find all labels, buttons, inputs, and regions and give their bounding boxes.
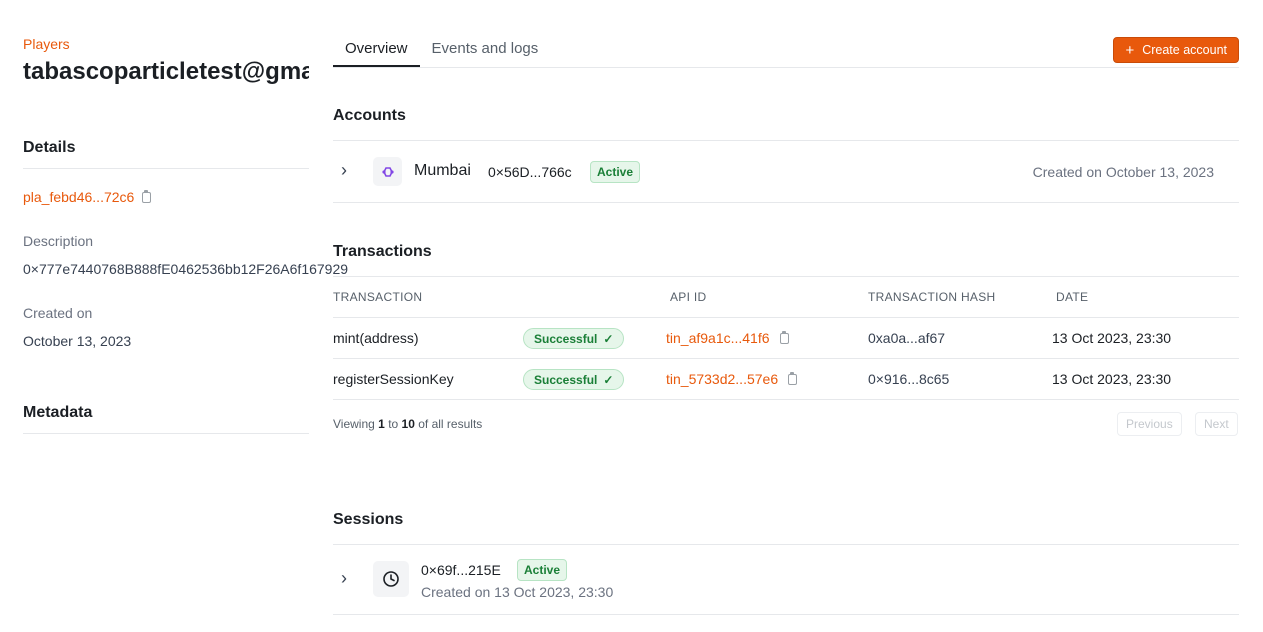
create-account-button[interactable]: + Create account [1113, 37, 1239, 63]
col-transaction-hash: TRANSACTION HASH [868, 290, 996, 304]
viewing-suffix: of all results [418, 417, 483, 431]
transactions-heading: Transactions [333, 243, 432, 260]
tab-bar: Overview Events and logs [333, 36, 1239, 68]
tx-api-id-text: tin_5733d2...57e6 [666, 371, 779, 387]
session-address: 0×69f...215E [421, 562, 501, 578]
check-icon: ✓ [603, 372, 614, 387]
viewing-prefix: Viewing [333, 417, 375, 431]
clipboard-icon[interactable] [142, 189, 152, 203]
page-title: tabascoparticletest@gmail.com [23, 58, 309, 85]
player-id-text: pla_febd46...72c6 [23, 189, 135, 205]
accounts-heading: Accounts [333, 107, 406, 124]
metadata-heading: Metadata [23, 404, 309, 434]
clipboard-icon[interactable] [779, 330, 789, 344]
sessions-heading: Sessions [333, 511, 404, 528]
tx-date: 13 Oct 2023, 23:30 [1052, 371, 1172, 387]
status-badge: Active [590, 161, 641, 183]
details-heading: Details [23, 139, 309, 169]
previous-button[interactable]: Previous [1117, 412, 1182, 436]
player-id[interactable]: pla_febd46...72c6 [23, 189, 152, 205]
next-button[interactable]: Next [1195, 412, 1238, 436]
tab-overview[interactable]: Overview [333, 36, 420, 67]
divider [333, 276, 1239, 277]
account-row[interactable]: › Mumbai 0×56D...766c Active Created on … [333, 141, 1239, 203]
description-value: 0×777e7440768B888fE0462536bb12F26A6f1679… [23, 261, 349, 277]
status-text: Successful [534, 372, 598, 387]
tx-hash: 0xa0a...af67 [868, 330, 946, 346]
tab-events-and-logs[interactable]: Events and logs [420, 36, 551, 67]
col-date: DATE [1056, 290, 1089, 304]
viewing-from: 1 [378, 417, 385, 431]
account-network: Mumbai [414, 162, 471, 179]
pagination-summary: Viewing 1 to 10 of all results [333, 417, 482, 431]
clock-icon [373, 561, 409, 597]
viewing-to-word: to [388, 417, 399, 431]
tx-function: registerSessionKey [333, 371, 454, 387]
created-on-value: October 13, 2023 [23, 333, 132, 349]
tx-api-id[interactable]: tin_af9a1c...41f6 [666, 330, 789, 346]
tx-api-id-text: tin_af9a1c...41f6 [666, 330, 770, 346]
breadcrumb-players[interactable]: Players [23, 36, 70, 52]
session-row[interactable]: › 0×69f...215E Active Created on 13 Oct … [333, 545, 1239, 615]
col-transaction: TRANSACTION [333, 290, 423, 304]
table-row: mint(address) Successful ✓ tin_af9a1c...… [333, 318, 1239, 359]
polygon-network-icon [373, 157, 402, 186]
plus-icon: + [1125, 41, 1135, 59]
account-address: 0×56D...766c [488, 164, 572, 180]
created-on-label: Created on [23, 305, 93, 321]
clipboard-icon[interactable] [788, 371, 798, 385]
status-badge: Active [517, 559, 568, 581]
account-created: Created on October 13, 2023 [1032, 164, 1214, 180]
check-icon: ✓ [603, 331, 614, 346]
tx-hash: 0×916...8c65 [868, 371, 950, 387]
tx-api-id[interactable]: tin_5733d2...57e6 [666, 371, 798, 387]
status-badge: Successful ✓ [523, 328, 625, 349]
table-row: registerSessionKey Successful ✓ tin_5733… [333, 359, 1239, 400]
session-created: Created on 13 Oct 2023, 23:30 [421, 584, 614, 600]
status-badge: Successful ✓ [523, 369, 625, 390]
status-text: Successful [534, 331, 598, 346]
chevron-right-icon[interactable]: › [341, 568, 347, 589]
create-account-label: Create account [1142, 43, 1227, 57]
chevron-right-icon[interactable]: › [341, 160, 347, 181]
description-label: Description [23, 233, 94, 249]
tx-date: 13 Oct 2023, 23:30 [1052, 330, 1172, 346]
viewing-to: 10 [401, 417, 415, 431]
col-api-id: API ID [670, 290, 707, 304]
tx-function: mint(address) [333, 330, 419, 346]
